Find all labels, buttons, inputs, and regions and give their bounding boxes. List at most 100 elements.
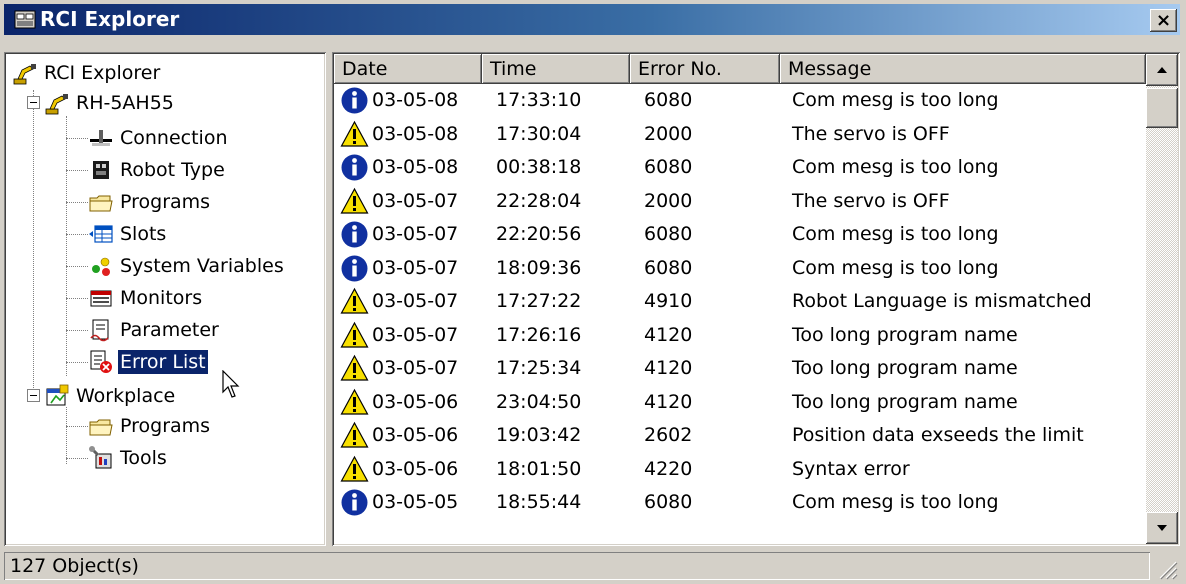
cell-date: 03-05-06 xyxy=(372,457,459,480)
folder-icon xyxy=(88,189,114,215)
tree-item-label: Parameter xyxy=(120,319,219,341)
tree-connector xyxy=(66,234,88,235)
info-icon xyxy=(341,87,368,114)
arrow-down-icon xyxy=(1157,525,1167,531)
cell-date: 03-05-07 xyxy=(372,189,459,212)
table-row[interactable]: 03-05-07 17:26:16 4120 Too long program nam… xyxy=(334,319,1146,352)
table-row[interactable]: 03-05-08 17:30:04 2000 The servo is OFF xyxy=(334,118,1146,151)
warning-icon xyxy=(340,421,369,448)
cell-error-no: 2000 xyxy=(644,122,693,145)
tree-item-workplace-programs[interactable]: Programs xyxy=(88,411,212,441)
tree-item-connection[interactable]: Connection xyxy=(88,123,230,153)
status-bar: 127 Object(s) xyxy=(4,552,1180,582)
cell-date: 03-05-06 xyxy=(372,424,459,446)
column-header-date[interactable]: Date xyxy=(334,54,482,84)
mouse-cursor-icon xyxy=(222,370,240,398)
table-row[interactable]: 03-05-06 18:01:50 4220 Syntax error xyxy=(334,453,1146,486)
warning-icon xyxy=(340,388,369,415)
table-row[interactable]: 03-05-07 17:27:22 4910 Robot Language is mi… xyxy=(334,285,1146,318)
tree-item-error-list[interactable]: Error List xyxy=(88,347,209,377)
rci-explorer-window: RCI Explorer × RCI Explorer RH-5AH55 Con… xyxy=(0,0,1186,584)
tools-icon xyxy=(88,445,114,471)
tree-item-label: Tools xyxy=(120,447,167,469)
cell-message: Com mesg is too long xyxy=(792,491,999,513)
cell-error-no: 4910 xyxy=(644,290,693,312)
cell-date: 03-05-07 xyxy=(372,323,459,346)
info-icon xyxy=(341,489,368,516)
table-row[interactable]: 03-05-06 23:04:50 4120 Too long program nam… xyxy=(334,386,1146,419)
scroll-up-button[interactable] xyxy=(1146,54,1178,86)
list-body: 03-05-08 17:33:10 6080 Com mesg is too long… xyxy=(334,84,1146,544)
cell-message: Too long program name xyxy=(792,323,1018,346)
close-icon: × xyxy=(1155,10,1172,31)
tree-item-label: RH-5AH55 xyxy=(76,92,174,114)
cell-time: 18:01:50 xyxy=(496,457,582,480)
cell-time: 23:04:50 xyxy=(496,390,582,413)
folder-icon xyxy=(88,413,114,439)
tree-root[interactable]: RCI Explorer xyxy=(12,58,162,88)
status-text: 127 Object(s) xyxy=(4,552,1150,580)
error-list-view[interactable]: Date Time Error No. Message 03-05-08 17:3… xyxy=(332,52,1180,546)
column-header-time[interactable]: Time xyxy=(482,54,630,84)
table-row[interactable]: 03-05-07 18:09:36 6080 Com mesg is too long xyxy=(334,252,1146,285)
table-row[interactable]: 03-05-06 19:03:42 2602 Position data exseed… xyxy=(334,419,1146,452)
cell-date: 03-05-07 xyxy=(372,290,459,312)
warning-icon xyxy=(340,287,369,314)
cell-message: Com mesg is too long xyxy=(792,256,999,279)
title-bar[interactable]: RCI Explorer × xyxy=(4,4,1180,35)
tree-connector xyxy=(66,138,88,139)
cell-message: The servo is OFF xyxy=(792,189,950,212)
cell-time: 00:38:18 xyxy=(496,156,582,178)
cell-time: 17:33:10 xyxy=(496,89,582,111)
scroll-thumb[interactable] xyxy=(1146,88,1178,128)
cell-time: 19:03:42 xyxy=(496,424,582,446)
slots-icon xyxy=(88,221,114,247)
navigation-tree[interactable]: RCI Explorer RH-5AH55 Connection Robot T… xyxy=(4,52,326,546)
tree-item-tools[interactable]: Tools xyxy=(88,443,169,473)
tree-connector xyxy=(66,362,88,363)
scroll-down-button[interactable] xyxy=(1146,512,1178,544)
tree-item-monitors[interactable]: Monitors xyxy=(88,283,204,313)
tree-connector xyxy=(66,266,88,267)
table-row[interactable]: 03-05-08 00:38:18 6080 Com mesg is too long xyxy=(334,151,1146,184)
cell-date: 03-05-07 xyxy=(372,357,459,379)
cell-error-no: 6080 xyxy=(644,491,693,513)
collapse-toggle-robot[interactable] xyxy=(27,96,40,109)
cell-message: Com mesg is too long xyxy=(792,89,999,111)
table-row[interactable]: 03-05-08 17:33:10 6080 Com mesg is too long xyxy=(334,84,1146,117)
close-button[interactable]: × xyxy=(1150,9,1177,32)
tree-item-slots[interactable]: Slots xyxy=(88,219,168,249)
collapse-toggle-workplace[interactable] xyxy=(27,389,40,402)
info-icon xyxy=(341,154,368,181)
table-row[interactable]: 03-05-07 22:20:56 6080 Com mesg is too long xyxy=(334,218,1146,251)
tree-item-system-variables[interactable]: System Variables xyxy=(88,251,286,281)
cell-error-no: 4220 xyxy=(644,457,693,480)
tree-item-programs[interactable]: Programs xyxy=(88,187,212,217)
vertical-scrollbar[interactable] xyxy=(1146,54,1178,544)
cell-date: 03-05-06 xyxy=(372,390,459,413)
table-row[interactable]: 03-05-05 18:55:44 6080 Com mesg is too long xyxy=(334,486,1146,519)
cell-error-no: 4120 xyxy=(644,323,693,346)
table-row[interactable]: 03-05-07 22:28:04 2000 The servo is OFF xyxy=(334,185,1146,218)
tree-item-workplace[interactable]: Workplace xyxy=(44,381,177,411)
cell-message: Too long program name xyxy=(792,390,1018,413)
cell-date: 03-05-07 xyxy=(372,223,459,245)
column-header-message[interactable]: Message xyxy=(780,54,1146,84)
tree-item-robot[interactable]: RH-5AH55 xyxy=(44,88,176,118)
tree-item-robot-type[interactable]: Robot Type xyxy=(88,155,227,185)
tree-connector xyxy=(66,298,88,299)
cell-message: Syntax error xyxy=(792,457,910,480)
parameter-icon xyxy=(88,317,114,343)
tree-item-parameter[interactable]: Parameter xyxy=(88,315,221,345)
cell-error-no: 4120 xyxy=(644,390,693,413)
cell-message: Too long program name xyxy=(792,357,1018,379)
warning-icon xyxy=(340,455,369,482)
table-row[interactable]: 03-05-07 17:25:34 4120 Too long program nam… xyxy=(334,352,1146,385)
resize-grip-icon[interactable] xyxy=(1156,558,1178,580)
tree-connector xyxy=(66,426,88,427)
tree-item-label: System Variables xyxy=(120,255,284,277)
cell-message: Robot Language is mismatched xyxy=(792,290,1092,312)
cell-date: 03-05-08 xyxy=(372,156,459,178)
column-header-error-no[interactable]: Error No. xyxy=(630,54,780,84)
cell-error-no: 6080 xyxy=(644,156,693,178)
